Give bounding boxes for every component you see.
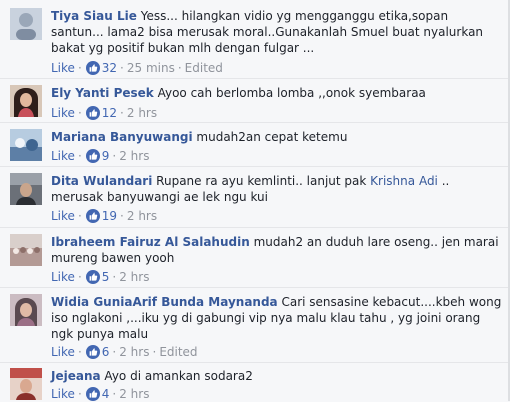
like-button[interactable]: Like xyxy=(51,61,75,75)
divider xyxy=(0,362,510,363)
comment-item: Widia GuniaArif Bunda Maynanda Cari sens… xyxy=(10,292,505,362)
like-count[interactable]: 12 xyxy=(102,106,117,120)
comment-timestamp[interactable]: 2 hrs xyxy=(119,270,149,284)
comment-author[interactable]: Mariana Banyuwangi xyxy=(51,130,193,144)
comment-text: Ayoo cah berlomba lomba ,,onok syembaraa xyxy=(157,86,426,100)
like-button[interactable]: Like xyxy=(51,387,75,401)
edited-label[interactable]: Edited xyxy=(185,61,223,75)
comment-author[interactable]: Dita Wulandari xyxy=(51,174,152,188)
avatar[interactable] xyxy=(10,173,42,205)
comment-item: Mariana Banyuwangi mudah2an cepat ketemu… xyxy=(10,127,505,165)
comment-actions: Like · 6 · 2 hrs · Edited xyxy=(51,345,198,359)
divider xyxy=(0,78,510,79)
comment-list: Tiya Siau Lie Yess... hilangkan vidio yg… xyxy=(0,0,510,401)
comment-text: Ayo di amankan sodara2 xyxy=(104,369,253,383)
comment-timestamp[interactable]: 2 hrs xyxy=(127,106,157,120)
comment-actions: Like · 12 · 2 hrs xyxy=(51,106,158,120)
comment-item: Tiya Siau Lie Yess... hilangkan vidio yg… xyxy=(10,6,505,76)
avatar[interactable] xyxy=(10,129,42,161)
divider xyxy=(0,227,510,228)
like-count[interactable]: 19 xyxy=(102,209,117,223)
comment-item: Dita Wulandari Rupane ra ayu kemlinti.. … xyxy=(10,171,505,225)
thumbs-up-icon xyxy=(85,270,100,284)
like-button[interactable]: Like xyxy=(51,106,75,120)
comment-author[interactable]: Ibraheem Fairuz Al Salahudin xyxy=(51,235,250,249)
like-count[interactable]: 32 xyxy=(102,61,117,75)
avatar[interactable] xyxy=(10,8,42,40)
divider xyxy=(0,287,510,288)
thumbs-up-icon xyxy=(85,387,100,401)
thumbs-up-icon xyxy=(85,149,100,163)
comment-timestamp[interactable]: 2 hrs xyxy=(127,209,157,223)
comment-author[interactable]: Jejeana xyxy=(51,369,101,383)
thumbs-up-icon xyxy=(85,345,100,359)
comment-timestamp[interactable]: 2 hrs xyxy=(119,387,149,401)
like-button[interactable]: Like xyxy=(51,270,75,284)
comment-timestamp[interactable]: 2 hrs xyxy=(119,149,149,163)
comment-actions: Like · 19 · 2 hrs xyxy=(51,209,158,223)
thumbs-up-icon xyxy=(85,61,100,75)
comment-author[interactable]: Tiya Siau Lie xyxy=(51,9,137,23)
avatar[interactable] xyxy=(10,294,42,326)
comment-timestamp[interactable]: 25 mins xyxy=(127,61,175,75)
thumbs-up-icon xyxy=(85,209,100,223)
comment-item: Ely Yanti Pesek Ayoo cah berlomba lomba … xyxy=(10,83,505,121)
like-button[interactable]: Like xyxy=(51,209,75,223)
comment-actions: Like · 5 · 2 hrs xyxy=(51,270,150,284)
comment-text: mudah2an cepat ketemu xyxy=(196,130,348,144)
comment-timestamp[interactable]: 2 hrs xyxy=(119,345,149,359)
comment-item: Jejeana Ayo di amankan sodara2 Like · 4 · 2 … xyxy=(10,366,505,401)
divider xyxy=(0,122,510,123)
mention-link[interactable]: Krishna Adi xyxy=(370,174,438,188)
comment-item: Ibraheem Fairuz Al Salahudin mudah2 an d… xyxy=(10,232,505,286)
comment-actions: Like · 9 · 2 hrs xyxy=(51,149,150,163)
thumbs-up-icon xyxy=(85,106,100,120)
comment-actions: Like · 32 · 25 mins · Edited xyxy=(51,61,223,75)
avatar[interactable] xyxy=(10,368,42,400)
like-button[interactable]: Like xyxy=(51,345,75,359)
avatar[interactable] xyxy=(10,85,42,117)
comment-author[interactable]: Widia GuniaArif Bunda Maynanda xyxy=(51,295,278,309)
divider xyxy=(0,166,510,167)
edited-label[interactable]: Edited xyxy=(159,345,197,359)
avatar[interactable] xyxy=(10,234,42,266)
like-button[interactable]: Like xyxy=(51,149,75,163)
comment-actions: Like · 4 · 2 hrs xyxy=(51,387,150,401)
comment-author[interactable]: Ely Yanti Pesek xyxy=(51,86,154,100)
